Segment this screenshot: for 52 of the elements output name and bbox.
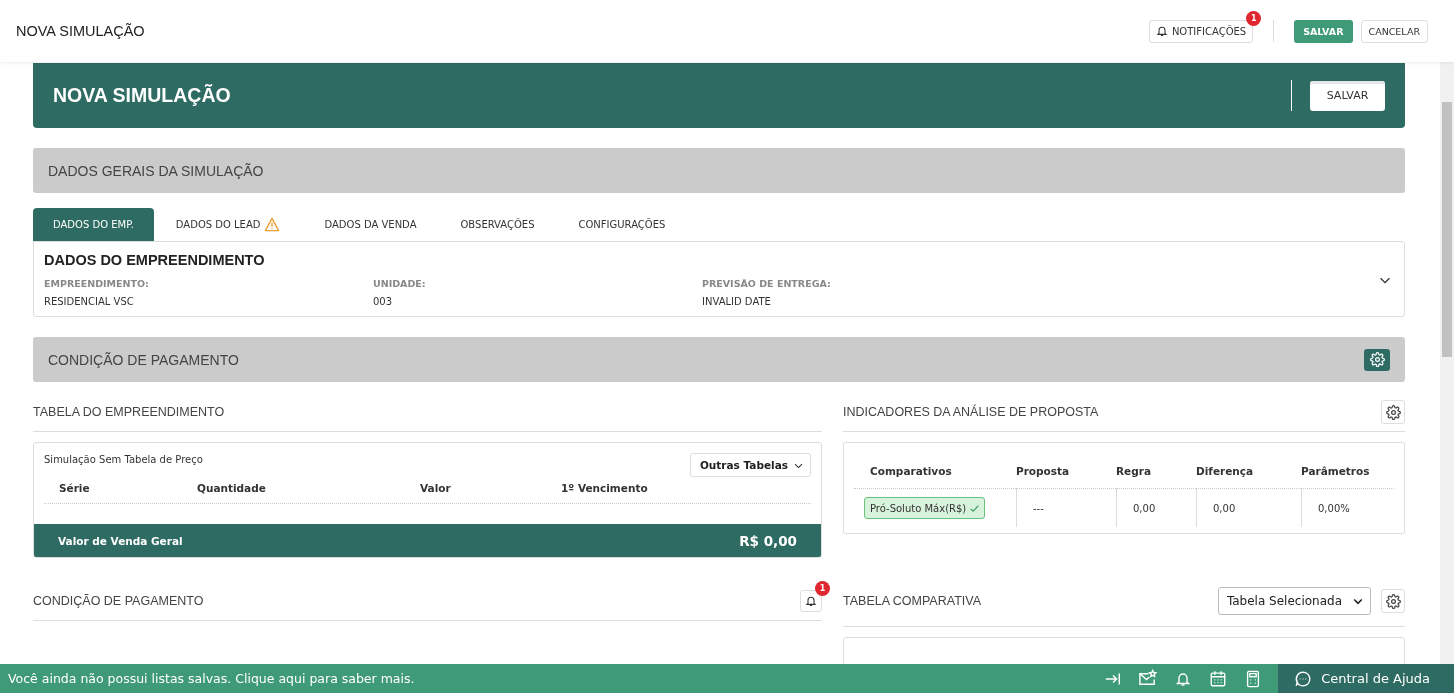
table-select[interactable]: Tabela Selecionada bbox=[1217, 587, 1371, 615]
column-header: Comparativos bbox=[854, 443, 1016, 489]
column-header: 1º Vencimento bbox=[561, 482, 649, 494]
panel-title: CONDIÇÃO DE PAGAMENTO bbox=[33, 594, 205, 608]
tab[interactable]: DADOS DO EMP. bbox=[33, 208, 154, 241]
bell-icon bbox=[1155, 25, 1168, 37]
bell-icon bbox=[805, 595, 817, 607]
scrollbar[interactable] bbox=[1440, 62, 1454, 664]
tab[interactable]: CONFIGURAÇÕES bbox=[556, 208, 688, 241]
other-tables-dropdown[interactable]: Outras Tabelas bbox=[689, 453, 811, 477]
status-tag: Pró-Soluto Máx(R$) bbox=[864, 497, 986, 519]
field-label: PREVISÃO DE ENTREGA: bbox=[702, 278, 832, 289]
column-header: Diferença bbox=[1196, 443, 1301, 489]
field-label: EMPREENDIMENTO: bbox=[44, 278, 150, 289]
tab[interactable]: DADOS DO LEAD bbox=[153, 208, 303, 241]
field-value: 003 bbox=[373, 296, 394, 307]
column-header: Quantidade bbox=[197, 482, 267, 494]
help-center-button[interactable]: Central de Ajuda bbox=[1278, 664, 1454, 693]
column-header: Regra bbox=[1116, 443, 1196, 489]
table-cell: 0,00 bbox=[1196, 489, 1301, 527]
notifications-button[interactable] bbox=[800, 590, 822, 612]
notification-count-badge: 1 bbox=[1246, 10, 1262, 26]
banner-title: NOVA SIMULAÇÃO bbox=[53, 84, 232, 107]
panel-title: TABELA COMPARATIVA bbox=[843, 594, 982, 608]
notification-count-badge: 1 bbox=[815, 581, 830, 596]
table-cell: 0,00 bbox=[1116, 489, 1196, 527]
tab[interactable]: DADOS DA VENDA bbox=[302, 208, 439, 241]
column-header: Parâmetros bbox=[1301, 443, 1394, 489]
column-header: Série bbox=[59, 482, 91, 494]
column-header: Proposta bbox=[1016, 443, 1116, 489]
panel-title: INDICADORES DA ANÁLISE DE PROPOSTA bbox=[843, 405, 1100, 419]
panel-title: TABELA DO EMPREENDIMENTO bbox=[33, 405, 226, 419]
section-title: CONDIÇÃO DE PAGAMENTO bbox=[48, 351, 240, 368]
field-label: UNIDADE: bbox=[373, 278, 427, 289]
table-cell: 0,00% bbox=[1301, 489, 1394, 527]
settings-button[interactable] bbox=[1381, 589, 1405, 613]
settings-button[interactable] bbox=[1364, 348, 1390, 371]
tab[interactable]: OBSERVAÇÕES bbox=[438, 208, 557, 241]
field-value: INVALID DATE bbox=[702, 296, 772, 307]
table-note: Simulação Sem Tabela de Preço bbox=[44, 453, 204, 465]
section-title: DADOS GERAIS DA SIMULAÇÃO bbox=[48, 162, 265, 179]
field-value: RESIDENCIAL VSC bbox=[44, 296, 135, 307]
column-header: Valor bbox=[420, 482, 452, 494]
table-cell: --- bbox=[1016, 489, 1116, 527]
save-button[interactable]: SALVAR bbox=[1310, 80, 1385, 111]
chat-bubble-icon bbox=[1294, 669, 1313, 688]
card-title: DADOS DO EMPREENDIMENTO bbox=[44, 252, 266, 268]
settings-button[interactable] bbox=[1381, 400, 1405, 424]
total-value: R$ 0,00 bbox=[739, 532, 797, 549]
total-label: Valor de Venda Geral bbox=[58, 534, 184, 547]
cancel-button[interactable]: CANCELAR bbox=[1360, 19, 1428, 43]
page-title: NOVA SIMULAÇÃO bbox=[16, 23, 146, 39]
